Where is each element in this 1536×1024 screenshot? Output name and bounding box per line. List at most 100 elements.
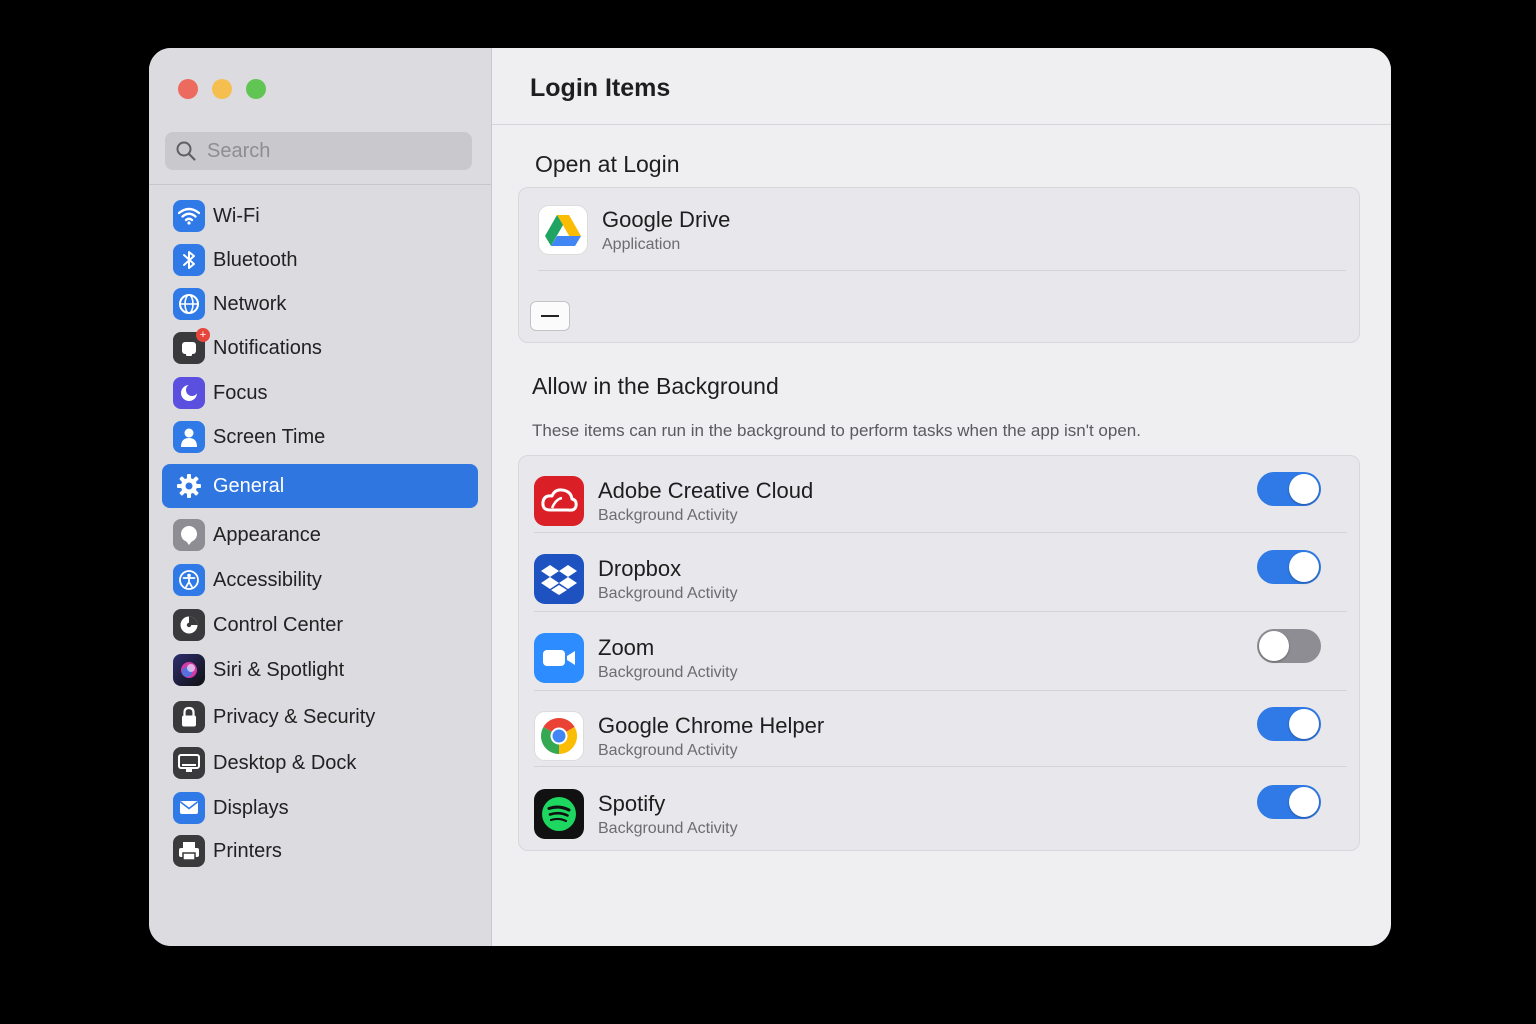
lock-icon	[173, 701, 205, 733]
background-item-row: Zoom Background Activity	[519, 625, 1359, 691]
background-item-row: Dropbox Background Activity	[519, 546, 1359, 612]
login-item-name: Google Drive	[602, 206, 731, 232]
sidebar-item-label: Wi-Fi	[213, 204, 260, 227]
gear-icon	[173, 470, 205, 502]
close-window-button[interactable]	[178, 79, 198, 99]
chrome-icon	[534, 711, 584, 761]
toggle-knob	[1289, 552, 1319, 582]
background-item-name: Google Chrome Helper	[598, 712, 825, 738]
background-item-kind: Background Activity	[598, 663, 738, 681]
row-separator	[534, 611, 1347, 612]
login-item-row[interactable]: Google Drive Application	[538, 205, 1378, 255]
page-title: Login Items	[530, 74, 671, 102]
toggle-knob	[1259, 631, 1289, 661]
sidebar-item-label: Appearance	[213, 523, 321, 546]
row-separator	[538, 270, 1346, 271]
minus-icon	[541, 315, 559, 317]
zoom-icon	[534, 633, 584, 683]
chrome-helper-toggle[interactable]	[1257, 707, 1321, 741]
row-separator	[534, 690, 1347, 691]
sidebar-item-label: Accessibility	[213, 568, 322, 591]
background-item-name: Adobe Creative Cloud	[598, 477, 814, 503]
sidebar-item-label: Desktop & Dock	[213, 751, 357, 774]
remove-login-item-button[interactable]	[530, 301, 570, 331]
main-content: Login Items Open at Login Google Drive A…	[492, 48, 1391, 946]
row-separator	[534, 532, 1347, 533]
sidebar-item-label: Network	[213, 292, 287, 315]
search-input[interactable]	[205, 138, 459, 164]
zoom-window-button[interactable]	[246, 79, 266, 99]
appearance-icon	[173, 519, 205, 551]
displays-icon	[173, 792, 205, 824]
sidebar-item-notifications[interactable]: + Notifications	[162, 326, 478, 370]
toggle-knob	[1289, 709, 1319, 739]
adobe-creative-cloud-icon	[534, 476, 584, 526]
sidebar-item-printers[interactable]: Printers	[162, 829, 478, 873]
printer-icon	[173, 835, 205, 867]
sidebar: Wi-Fi Bluetooth Network	[149, 48, 492, 946]
title-divider	[492, 124, 1391, 125]
sidebar-item-general[interactable]: General	[162, 464, 478, 508]
open-at-login-card: Google Drive Application	[518, 187, 1360, 343]
traffic-lights	[178, 79, 266, 99]
allow-in-background-title: Allow in the Background	[532, 373, 779, 399]
search-field[interactable]	[165, 132, 472, 170]
sidebar-item-siri-spotlight[interactable]: Siri & Spotlight	[162, 648, 478, 692]
sidebar-item-displays[interactable]: Displays	[162, 786, 478, 830]
login-item-kind: Application	[602, 235, 681, 253]
system-settings-window: Wi-Fi Bluetooth Network	[149, 48, 1391, 946]
open-at-login-title: Open at Login	[535, 151, 680, 177]
adobe-creative-cloud-toggle[interactable]	[1257, 472, 1321, 506]
background-item-row: Adobe Creative Cloud Background Activity	[519, 468, 1359, 534]
sidebar-item-wifi[interactable]: Wi-Fi	[162, 194, 478, 238]
background-item-kind: Background Activity	[598, 819, 738, 837]
sidebar-item-label: Privacy & Security	[213, 705, 376, 728]
sidebar-item-network[interactable]: Network	[162, 282, 478, 326]
sidebar-item-desktop-dock[interactable]: Desktop & Dock	[162, 741, 478, 785]
toggle-knob	[1289, 474, 1319, 504]
focus-moon-icon	[173, 377, 205, 409]
sidebar-item-focus[interactable]: Focus	[162, 371, 478, 415]
background-item-kind: Background Activity	[598, 584, 738, 602]
sidebar-item-label: Printers	[213, 839, 282, 862]
zoom-toggle[interactable]	[1257, 629, 1321, 663]
sidebar-item-label: Notifications	[213, 336, 322, 359]
sidebar-item-label: Displays	[213, 796, 289, 819]
sidebar-item-label: Control Center	[213, 613, 344, 636]
bluetooth-icon	[173, 244, 205, 276]
control-center-icon	[173, 609, 205, 641]
dropbox-icon	[534, 554, 584, 604]
allow-in-background-description: These items can run in the background to…	[532, 421, 1141, 440]
sidebar-item-label: Siri & Spotlight	[213, 658, 345, 681]
background-item-row: Spotify Background Activity	[519, 781, 1359, 847]
sidebar-item-screen-time[interactable]: Screen Time	[162, 415, 478, 459]
sidebar-item-privacy-security[interactable]: Privacy & Security	[162, 695, 478, 739]
background-item-name: Dropbox	[598, 555, 682, 581]
siri-icon	[173, 654, 205, 686]
background-item-kind: Background Activity	[598, 506, 738, 524]
sidebar-item-label: Bluetooth	[213, 248, 298, 271]
dropbox-toggle[interactable]	[1257, 550, 1321, 584]
sidebar-item-accessibility[interactable]: Accessibility	[162, 558, 478, 602]
sidebar-item-appearance[interactable]: Appearance	[162, 513, 478, 557]
background-item-name: Zoom	[598, 634, 655, 660]
sidebar-item-control-center[interactable]: Control Center	[162, 603, 478, 647]
row-separator	[534, 766, 1347, 767]
sidebar-divider	[149, 184, 491, 185]
desktop-icon	[173, 747, 205, 779]
minimize-window-button[interactable]	[212, 79, 232, 99]
sidebar-item-label: Focus	[213, 381, 268, 404]
sidebar-item-label: General	[213, 474, 285, 497]
background-item-name: Spotify	[598, 790, 666, 816]
network-globe-icon	[173, 288, 205, 320]
sidebar-item-bluetooth[interactable]: Bluetooth	[162, 238, 478, 282]
background-items-card: Adobe Creative Cloud Background Activity	[518, 455, 1360, 851]
notification-badge: +	[196, 328, 210, 342]
wifi-icon	[173, 200, 205, 232]
spotify-toggle[interactable]	[1257, 785, 1321, 819]
search-icon	[176, 141, 196, 161]
background-item-kind: Background Activity	[598, 741, 738, 759]
google-drive-icon	[538, 205, 588, 255]
spotify-icon	[534, 789, 584, 839]
background-item-row: Google Chrome Helper Background Activity	[519, 703, 1359, 769]
